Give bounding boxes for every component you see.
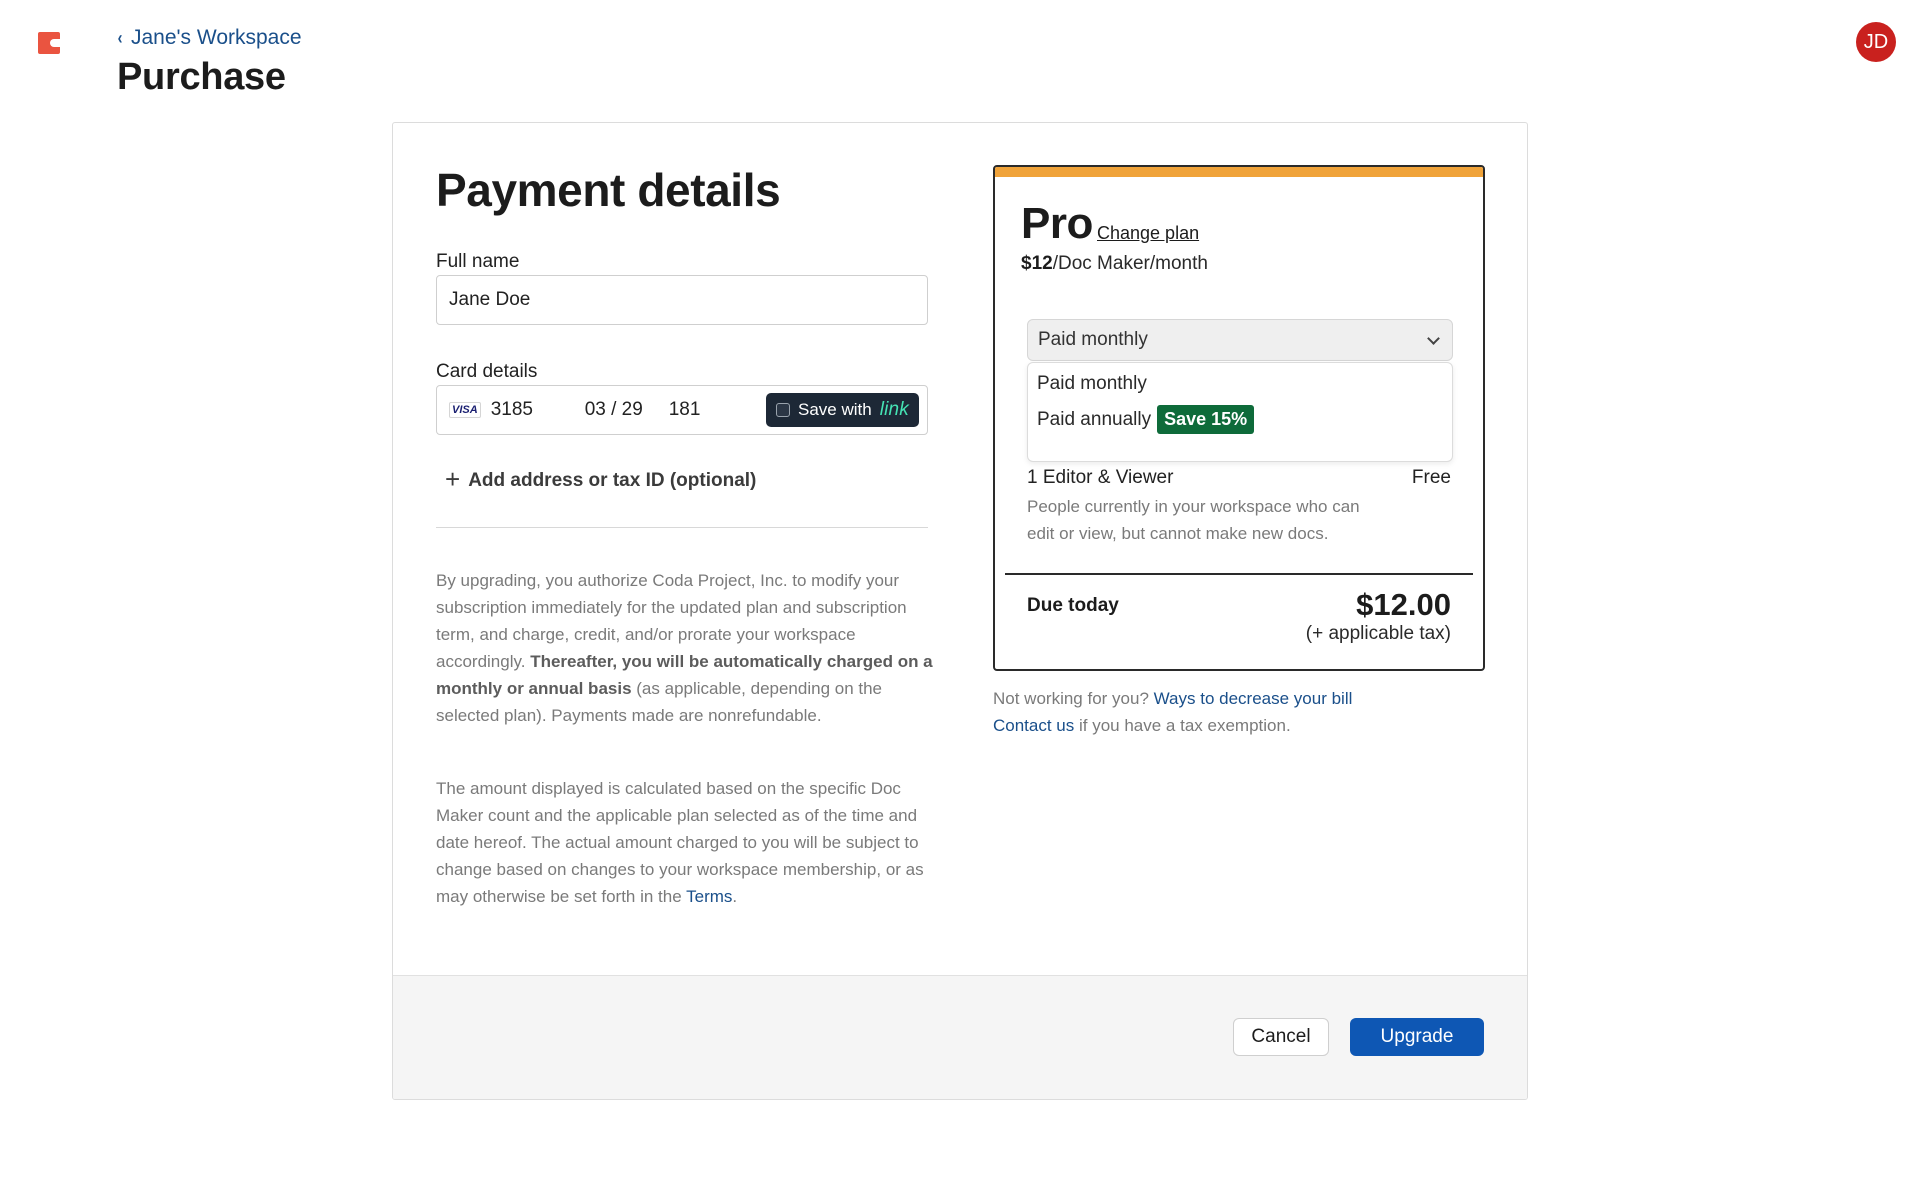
amount-disclaimer-text: The amount displayed is calculated based…: [436, 775, 934, 910]
amount-disclaimer-part: The amount displayed is calculated based…: [436, 779, 924, 906]
help-line-2: Contact us if you have a tax exemption.: [993, 716, 1291, 736]
change-plan-link[interactable]: Change plan: [1097, 223, 1199, 244]
help-text: Not working for you?: [993, 689, 1154, 708]
full-name-input[interactable]: Jane Doe: [436, 275, 928, 325]
full-name-label: Full name: [436, 251, 520, 272]
decrease-bill-link[interactable]: Ways to decrease your bill: [1154, 689, 1353, 708]
billing-period-dropdown: Paid monthly Paid annually Save 15%: [1027, 362, 1453, 462]
payment-details-title: Payment details: [436, 164, 781, 216]
upgrade-button[interactable]: Upgrade: [1350, 1018, 1484, 1056]
card-expiry-field[interactable]: 03 / 29: [585, 399, 669, 421]
plus-icon: +: [445, 464, 461, 494]
logo-notch: [50, 39, 60, 47]
card-details-input[interactable]: VISA 3185 03 / 29 181 Save with link: [436, 385, 928, 435]
save-badge: Save 15%: [1157, 405, 1255, 434]
visa-icon: VISA: [449, 402, 481, 418]
terms-link[interactable]: Terms: [686, 887, 732, 906]
coda-logo-icon[interactable]: [38, 32, 60, 54]
due-today-label: Due today: [1027, 595, 1119, 616]
plan-accent-bar: [995, 167, 1483, 177]
save-with-link-checkbox[interactable]: [775, 403, 790, 417]
link-logo-icon: link: [879, 399, 909, 420]
option-label: Paid monthly: [1037, 373, 1147, 394]
help-line-1: Not working for you? Ways to decrease yo…: [993, 689, 1352, 709]
breadcrumb-workspace-link[interactable]: Jane's Workspace: [131, 26, 302, 50]
amount-disclaimer-end: .: [732, 887, 738, 906]
page-title: Purchase: [117, 56, 286, 98]
add-address-button[interactable]: + Add address or tax ID (optional): [445, 464, 757, 495]
plan-price-unit: /Doc Maker/month: [1052, 253, 1208, 274]
plan-price-amount: $12: [1021, 253, 1053, 274]
plan-price: $12/Doc Maker/month: [1021, 253, 1208, 275]
plan-name: Pro: [1021, 199, 1093, 248]
due-today-amount: $12.00: [1356, 587, 1451, 622]
save-with-link-toggle[interactable]: Save with link: [765, 393, 919, 427]
card-details-label: Card details: [436, 361, 538, 382]
plan-summary: Pro Change plan $12/Doc Maker/month Paid…: [993, 165, 1485, 671]
option-paid-monthly[interactable]: Paid monthly: [1037, 373, 1147, 395]
purchase-page: ‹ Jane's Workspace Purchase JD Payment d…: [0, 0, 1920, 1200]
card-number-field[interactable]: 3185: [491, 399, 585, 421]
option-label: Paid annually: [1037, 408, 1152, 430]
contact-us-link[interactable]: Contact us: [993, 716, 1074, 735]
seat-price: Free: [1411, 467, 1451, 488]
avatar[interactable]: JD: [1856, 22, 1896, 62]
add-address-label: Add address or tax ID (optional): [468, 470, 757, 491]
authorization-text: By upgrading, you authorize Coda Project…: [436, 567, 934, 729]
billing-period-select[interactable]: Paid monthly: [1027, 319, 1453, 361]
save-with-label: Save with: [797, 400, 872, 419]
help-text: if you have a tax exemption.: [1074, 716, 1291, 735]
billing-period-value: Paid monthly: [1038, 329, 1148, 350]
option-paid-annually[interactable]: Paid annually Save 15%: [1037, 405, 1255, 434]
divider: [436, 527, 928, 528]
plan-divider: [1005, 573, 1473, 575]
breadcrumb[interactable]: ‹ Jane's Workspace: [117, 26, 302, 50]
purchase-card: Payment details Full name Jane Doe Card …: [392, 122, 1528, 1100]
applicable-tax-note: (+ applicable tax): [1305, 623, 1451, 644]
chevron-left-icon: ‹: [117, 27, 123, 48]
card-cvc-field[interactable]: 181: [669, 399, 766, 421]
seat-description: People currently in your workspace who c…: [1027, 497, 1360, 543]
cancel-button[interactable]: Cancel: [1233, 1018, 1329, 1056]
chevron-down-icon: [1427, 331, 1440, 345]
seat-label: 1 Editor & Viewer: [1027, 467, 1174, 488]
